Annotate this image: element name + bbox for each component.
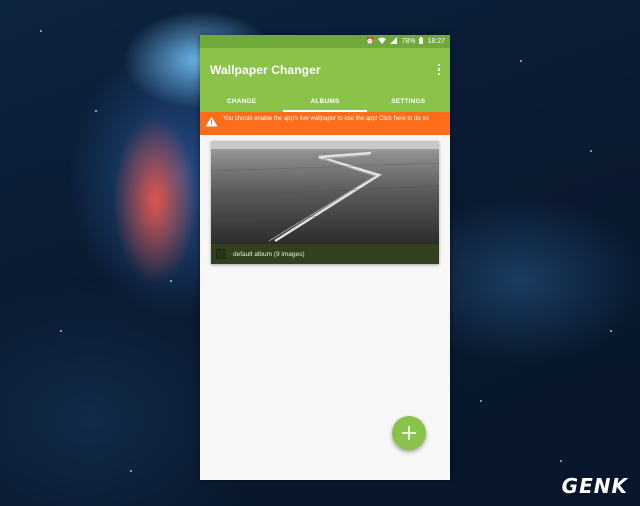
- battery-percent: 78%: [401, 38, 416, 45]
- status-time: 18:27: [427, 38, 445, 45]
- star: [130, 470, 132, 472]
- star: [40, 30, 42, 32]
- signal-icon: [390, 37, 398, 46]
- add-album-button[interactable]: [392, 416, 426, 450]
- album-card[interactable]: default album (9 images): [211, 141, 439, 264]
- app-title: Wallpaper Changer: [210, 62, 321, 77]
- genk-watermark-logo: GENK: [561, 474, 628, 498]
- album-thumbnail: [211, 141, 439, 244]
- banner-text: You should enable the app's live wallpap…: [223, 116, 429, 122]
- star: [560, 460, 562, 462]
- star: [480, 400, 482, 402]
- album-label: default album (9 images): [233, 250, 305, 258]
- tab-albums[interactable]: ALBUMS: [283, 91, 367, 112]
- star: [95, 110, 97, 112]
- star: [590, 150, 592, 152]
- status-bar: ⏰ 78% 18:27: [200, 35, 450, 48]
- live-wallpaper-banner[interactable]: You should enable the app's live wallpap…: [200, 112, 450, 135]
- phone-screen: ⏰ 78% 18:27 Wallpaper Changer CHANGE ALB…: [200, 35, 450, 480]
- app-bar: Wallpaper Changer: [200, 48, 450, 91]
- albums-content: default album (9 images): [200, 135, 450, 480]
- star: [520, 60, 522, 62]
- warning-icon: [205, 116, 218, 127]
- star: [610, 330, 612, 332]
- tab-change[interactable]: CHANGE: [200, 91, 283, 112]
- star: [60, 330, 62, 332]
- alarm-icon: ⏰: [365, 38, 375, 45]
- more-vert-icon[interactable]: [436, 62, 443, 78]
- album-checkbox[interactable]: [216, 249, 226, 259]
- tab-settings[interactable]: SETTINGS: [367, 91, 450, 112]
- wifi-icon: [378, 37, 387, 46]
- star: [170, 280, 172, 282]
- tab-bar: CHANGE ALBUMS SETTINGS: [200, 91, 450, 112]
- battery-icon: [419, 37, 424, 46]
- album-footer: default album (9 images): [211, 244, 439, 264]
- add-icon: [402, 426, 416, 440]
